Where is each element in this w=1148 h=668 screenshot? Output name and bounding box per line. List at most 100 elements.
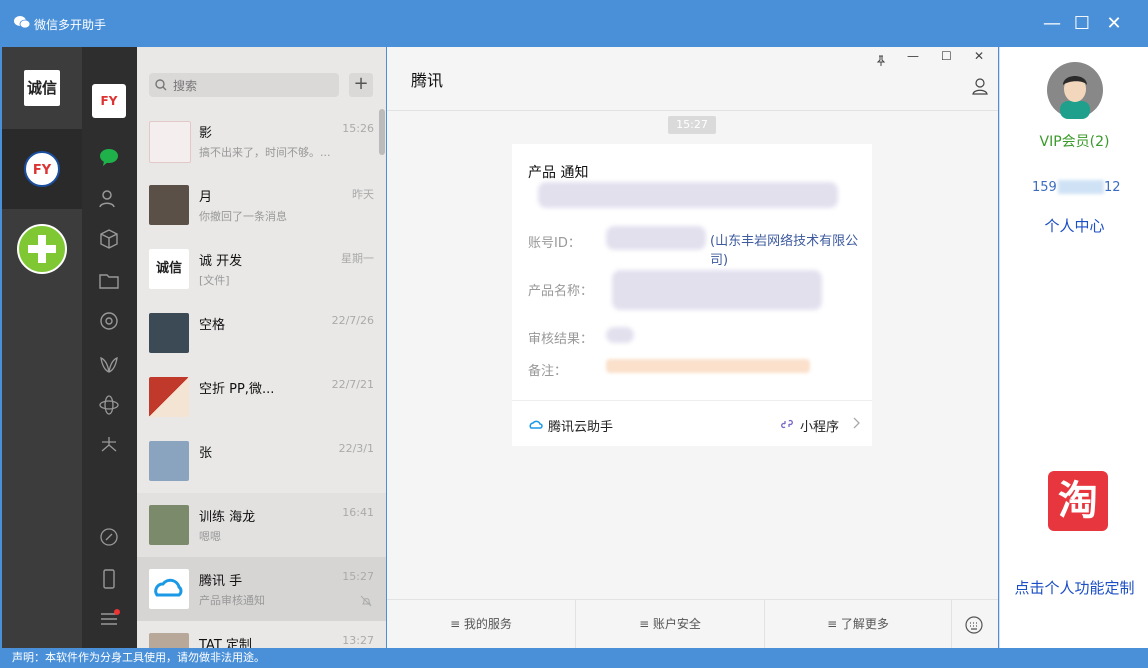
add-account-icon[interactable] xyxy=(17,224,67,274)
search-input[interactable]: 搜索 xyxy=(149,73,339,97)
redacted-note xyxy=(606,359,810,373)
chat-avatar xyxy=(149,377,189,417)
chat-maximize-button[interactable]: ☐ xyxy=(941,49,952,63)
chat-name: 诚 开发 xyxy=(199,254,243,269)
chat-avatar xyxy=(149,441,189,481)
add-chat-button[interactable]: + xyxy=(349,73,373,97)
status-text: 声明：本软件作为分身工具使用，请勿做非法用途。 xyxy=(12,651,265,664)
account-1[interactable]: 诚信 xyxy=(2,50,82,130)
chat-time: 15:27 xyxy=(342,570,374,583)
mini-program-label: 小程序 xyxy=(800,420,840,435)
account-rail: 诚信 FY xyxy=(2,47,82,648)
chat-row[interactable]: TAT 定制 13:27 xyxy=(137,621,386,648)
butterfly-icon[interactable] xyxy=(97,353,121,377)
chat-time: 16:41 xyxy=(342,506,374,519)
close-button[interactable]: ✕ xyxy=(1102,12,1126,36)
chat-row[interactable]: 训练 海龙 16:41 嗯嗯 xyxy=(137,493,386,557)
review-result-label: 审核结果： xyxy=(528,332,594,347)
chat-name: 腾讯 手 xyxy=(199,574,243,589)
search-placeholder: 搜索 xyxy=(173,79,198,93)
chat-info-icon[interactable] xyxy=(971,77,989,95)
phone-suffix: 12 xyxy=(1104,180,1121,195)
title-bar xyxy=(0,0,1148,47)
chat-row-selected[interactable]: 腾讯 手 15:27 产品审核通知 xyxy=(137,557,386,621)
folder-icon[interactable] xyxy=(97,269,121,293)
contacts-icon[interactable] xyxy=(97,187,121,211)
chat-time: 22/7/21 xyxy=(331,378,374,391)
right-panel: VIP会员(2) 159 12 个人中心 淘 点击个人功能定制 xyxy=(999,47,1148,648)
chat-time: 13:27 xyxy=(342,634,374,647)
chat-row[interactable]: 空格 22/7/26 xyxy=(137,301,386,365)
card-source: 腾讯云助手 xyxy=(548,420,614,435)
customize-link[interactable]: 点击个人功能定制 xyxy=(1000,577,1148,598)
chat-time: 星期一 xyxy=(341,252,374,265)
list-scrollbar[interactable] xyxy=(379,109,385,155)
account-id-label: 账号ID： xyxy=(528,236,581,251)
chat-avatar: 诚信 xyxy=(149,249,189,289)
wechat-logo-icon xyxy=(14,16,30,29)
vip-label: VIP会员(2) xyxy=(1039,134,1110,150)
menu-icon[interactable] xyxy=(97,607,121,631)
personal-center-link[interactable]: 个人中心 xyxy=(1000,215,1148,236)
taobao-icon[interactable]: 淘 xyxy=(1048,471,1108,531)
search-icon xyxy=(155,79,167,91)
menu-learn-more[interactable]: ≡ 了解更多 xyxy=(765,600,952,649)
chat-preview: 产品审核通知 xyxy=(199,594,265,607)
account-1-logo: 诚信 xyxy=(24,70,60,106)
chat-name: 空折 PP,微... xyxy=(199,382,275,397)
chat-row[interactable]: 张 22/3/1 xyxy=(137,429,386,493)
chat-row[interactable]: 空折 PP,微... 22/7/21 xyxy=(137,365,386,429)
status-bar: 声明：本软件作为分身工具使用，请勿做非法用途。 xyxy=(0,648,1148,668)
menu-my-services[interactable]: ≡ 我的服务 xyxy=(387,600,576,649)
redacted-phone xyxy=(1058,180,1104,194)
keyboard-icon[interactable] xyxy=(964,615,984,635)
product-name-label: 产品名称： xyxy=(528,284,594,299)
chat-minimize-button[interactable]: — xyxy=(907,49,919,63)
chevron-right-icon xyxy=(853,417,860,429)
link-icon[interactable] xyxy=(97,525,121,549)
chat-row[interactable]: 月 昨天 你撤回了一条消息 xyxy=(137,173,386,237)
message-time: 15:27 xyxy=(668,116,716,134)
mini-program-icon xyxy=(781,419,793,429)
tencent-cloud-icon xyxy=(154,578,183,597)
tencent-cloud-small-icon xyxy=(529,420,543,429)
account-2[interactable]: FY xyxy=(2,129,82,209)
chat-time: 15:26 xyxy=(342,122,374,135)
service-menu-bar: ≡ 我的服务 ≡ 账户安全 ≡ 了解更多 xyxy=(387,599,998,649)
cube-icon[interactable] xyxy=(97,227,121,251)
chat-preview: 嗯嗯 xyxy=(199,530,221,543)
moments-icon[interactable] xyxy=(97,309,121,333)
review-notice-card[interactable]: 产品 通知 账号ID： (山东丰岩网络技术有限公司) 产品名称： 审核结果： 备… xyxy=(512,144,872,446)
chat-header: 腾讯 — ☐ ✕ xyxy=(387,47,998,111)
account-2-logo: FY xyxy=(24,151,60,187)
redacted-account-id xyxy=(606,226,706,250)
chat-title: 腾讯 xyxy=(411,71,444,90)
minimize-button[interactable]: — xyxy=(1040,12,1064,36)
chat-panel: 腾讯 — ☐ ✕ 15:27 产品 通知 账号ID： (山东丰岩网络技术有限公司… xyxy=(387,47,998,649)
chat-time: 22/3/1 xyxy=(338,442,374,455)
nav-column: FY xyxy=(82,47,137,648)
phone-prefix: 159 xyxy=(1032,180,1057,195)
card-title: 产品 通知 xyxy=(528,165,589,181)
account-company: (山东丰岩网络技术有限公司) xyxy=(710,234,859,268)
chat-row[interactable]: 诚信 诚 开发 星期一 [文件] xyxy=(137,237,386,301)
chat-time: 昨天 xyxy=(352,188,374,201)
phone-icon[interactable] xyxy=(97,567,121,591)
pin-icon[interactable] xyxy=(875,55,887,67)
chat-icon[interactable] xyxy=(97,145,121,169)
user-avatar[interactable] xyxy=(1046,61,1104,119)
chat-time: 22/7/26 xyxy=(331,314,374,327)
chat-avatar xyxy=(149,185,189,225)
chat-name: 月 xyxy=(199,190,213,205)
mini-program-nav-icon[interactable] xyxy=(97,433,121,457)
chat-preview: [文件] xyxy=(199,274,230,287)
chat-avatar xyxy=(149,505,189,545)
chat-close-button[interactable]: ✕ xyxy=(974,49,984,63)
redacted-block xyxy=(538,182,838,208)
menu-account-security[interactable]: ≡ 账户安全 xyxy=(576,600,765,649)
chat-list: 搜索 + 影 15:26 搞不出来了，时间不够。... 月 昨天 你撤回了一条消… xyxy=(137,47,386,648)
chat-row[interactable]: 影 15:26 搞不出来了，时间不够。... xyxy=(137,109,386,173)
profile-avatar[interactable]: FY xyxy=(92,84,126,118)
atom-icon[interactable] xyxy=(97,393,121,417)
maximize-button[interactable]: ☐ xyxy=(1070,12,1094,36)
